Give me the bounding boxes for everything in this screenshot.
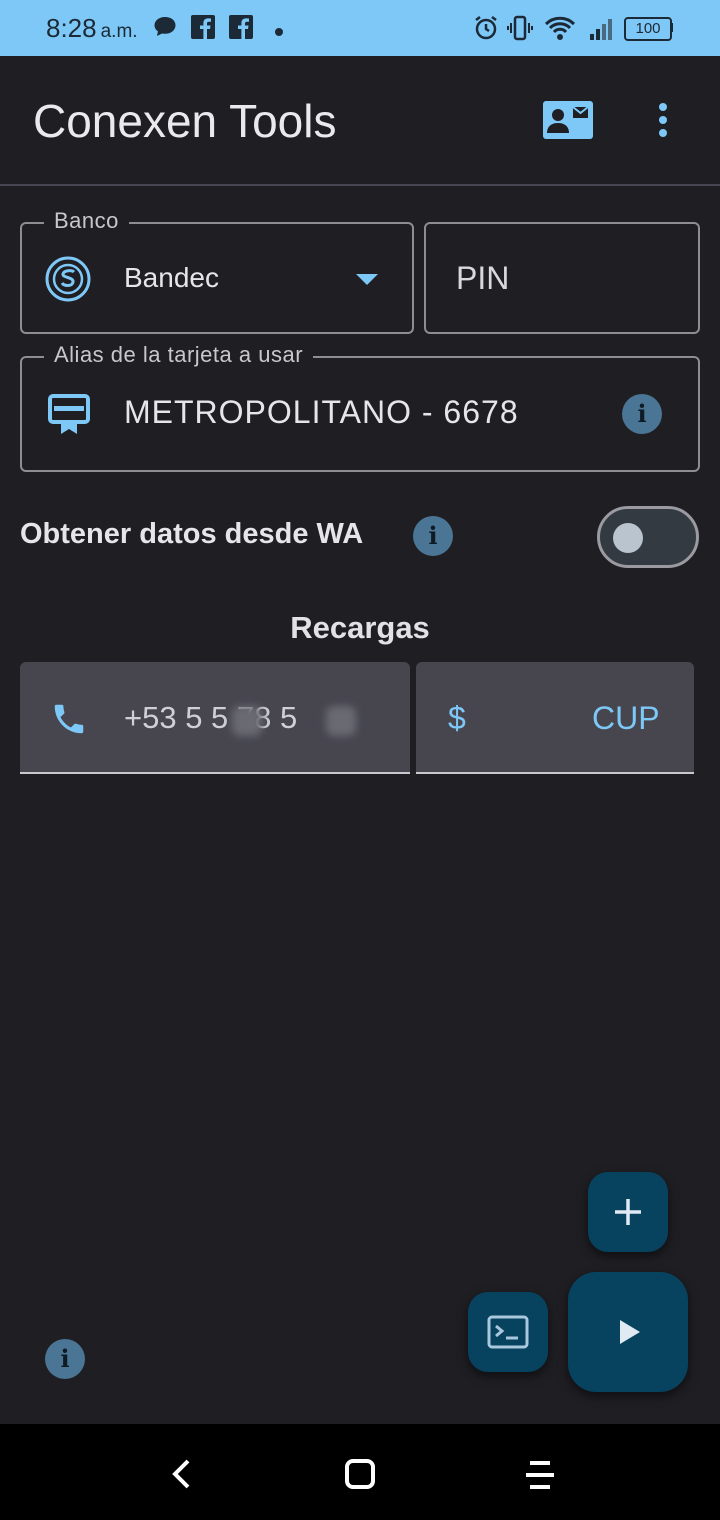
- recharges-title: Recargas: [290, 610, 430, 645]
- battery-icon: 100: [624, 17, 672, 41]
- currency-suffix: CUP: [592, 700, 660, 736]
- battery-tip: [670, 23, 673, 32]
- card-alias-label: Alias de la tarjeta a usar: [44, 342, 314, 368]
- wa-label: Obtener datos desde WA: [20, 518, 364, 550]
- back-icon[interactable]: [170, 1458, 192, 1495]
- amount-field[interactable]: $ CUP: [416, 662, 694, 774]
- toggle-knob: [613, 523, 643, 553]
- wa-toggle[interactable]: [597, 506, 699, 568]
- currency-symbol: $: [448, 700, 466, 736]
- recents-icon[interactable]: [526, 1460, 554, 1495]
- play-icon: [618, 1318, 642, 1351]
- plus-icon: [612, 1196, 644, 1233]
- facebook-icon: [190, 14, 216, 45]
- facebook-icon: [228, 14, 254, 45]
- redaction-blur: [232, 706, 262, 736]
- navigation-bar: [0, 1424, 720, 1520]
- card-alias-value: METROPOLITANO - 6678: [124, 394, 519, 430]
- bank-value: Bandec: [124, 262, 219, 293]
- app-bar-divider: [0, 184, 720, 186]
- phone-icon: [50, 700, 88, 743]
- phone-field[interactable]: +53 5 5 78 5: [20, 662, 410, 774]
- home-icon[interactable]: [344, 1458, 376, 1495]
- more-vert-icon[interactable]: [656, 102, 670, 143]
- dot-icon: [274, 24, 284, 42]
- bank-logo-icon: [44, 255, 92, 308]
- alarm-icon: [472, 14, 500, 47]
- pin-field[interactable]: PIN: [424, 222, 700, 334]
- bottom-info-icon[interactable]: i: [45, 1339, 85, 1379]
- app-title: Conexen Tools: [33, 95, 337, 147]
- card-info-icon[interactable]: i: [622, 394, 662, 434]
- wifi-icon: [544, 14, 576, 47]
- run-button[interactable]: [568, 1272, 688, 1392]
- battery-level: 100: [635, 20, 661, 37]
- status-time-value: 8:28: [46, 13, 97, 43]
- dropdown-arrow-icon[interactable]: [356, 273, 378, 291]
- console-button[interactable]: [468, 1292, 548, 1372]
- terminal-icon: [487, 1315, 529, 1354]
- status-time: 8:28 a.m.: [46, 13, 138, 44]
- status-ampm: a.m.: [100, 21, 138, 42]
- signal-icon: [588, 14, 614, 47]
- bank-select[interactable]: Banco Bandec: [20, 208, 414, 334]
- contact-mail-icon[interactable]: [543, 101, 593, 144]
- phone-value: +53 5 5 78 5: [124, 700, 298, 735]
- card-icon: [48, 394, 90, 441]
- wa-info-icon[interactable]: i: [413, 516, 453, 556]
- bank-label: Banco: [44, 208, 129, 234]
- message-icon: [152, 14, 178, 45]
- card-alias-select[interactable]: Alias de la tarjeta a usar METROPOLITANO…: [20, 342, 700, 472]
- redaction-blur: [326, 706, 356, 736]
- app-bar: Conexen Tools: [0, 56, 720, 184]
- vibrate-icon: [506, 14, 534, 47]
- status-bar: 8:28 a.m. 100: [0, 0, 720, 56]
- add-recharge-button[interactable]: [588, 1172, 668, 1252]
- pin-placeholder: PIN: [456, 260, 510, 296]
